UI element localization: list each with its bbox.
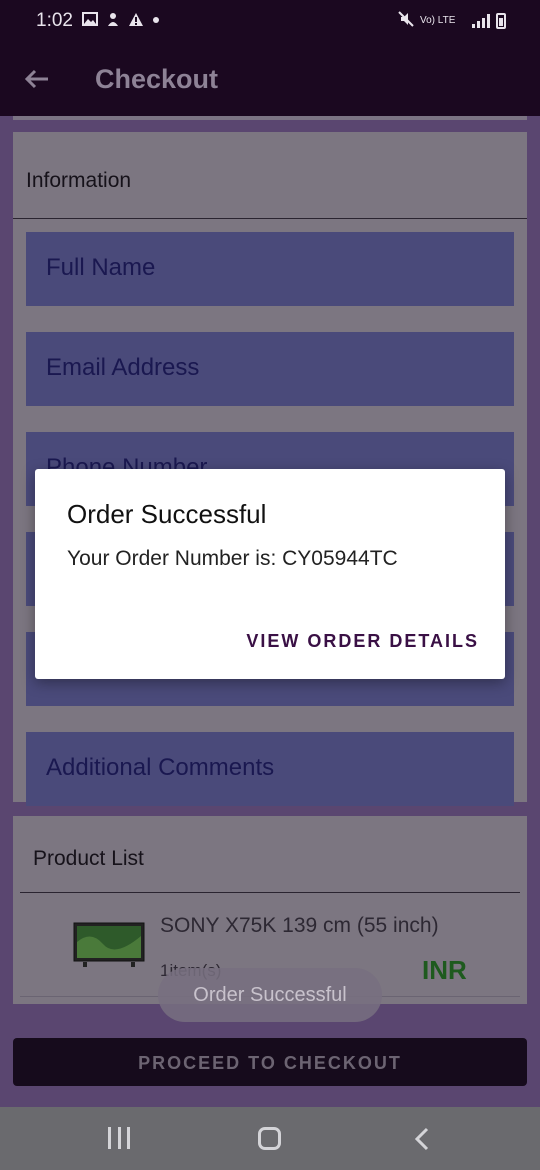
status-time: 1:02	[36, 10, 73, 31]
toast-text: Order Successful	[193, 984, 347, 1006]
page-title: Checkout	[95, 64, 219, 94]
email-field[interactable]: Email Address	[26, 332, 514, 406]
lte-icon: Vo) LTE	[420, 14, 456, 26]
full-name-placeholder: Full Name	[46, 254, 156, 281]
system-icons: Vo) LTE	[398, 11, 506, 30]
warning-icon	[128, 12, 144, 31]
battery-icon	[496, 12, 506, 29]
card-edge	[13, 116, 527, 120]
recent-apps-icon[interactable]	[108, 1127, 130, 1149]
back-button[interactable]	[22, 62, 52, 96]
product-list-header: Product List	[33, 847, 144, 870]
dialog-title: Order Successful	[67, 499, 267, 529]
view-order-details-button[interactable]: VIEW ORDER DETAILS	[246, 631, 479, 652]
nav-back-icon[interactable]	[410, 1126, 434, 1152]
dot-icon	[152, 12, 160, 31]
checkout-button-label: PROCEED TO CHECKOUT	[138, 1053, 402, 1073]
image-icon	[82, 12, 98, 31]
arrow-left-icon	[24, 69, 48, 89]
navigation-bar	[0, 1107, 540, 1170]
product-image	[73, 922, 145, 968]
app-bar: Checkout	[0, 42, 540, 116]
product-price: INR	[422, 955, 467, 985]
mute-icon	[398, 11, 414, 30]
proceed-to-checkout-button[interactable]: PROCEED TO CHECKOUT	[13, 1038, 527, 1086]
comments-field[interactable]: Additional Comments	[26, 732, 514, 806]
information-card: Information Full Name Email Address Phon…	[13, 132, 527, 806]
email-placeholder: Email Address	[46, 354, 200, 381]
comments-placeholder: Additional Comments	[46, 754, 275, 781]
toast: Order Successful	[158, 968, 382, 1022]
sync-icon	[106, 12, 120, 31]
signal-icon	[472, 13, 490, 28]
notification-icons	[82, 12, 160, 31]
product-name: SONY X75K 139 cm (55 inch)	[160, 914, 439, 937]
information-header: Information	[26, 169, 132, 192]
full-name-field[interactable]: Full Name	[26, 232, 514, 306]
dialog-message: Your Order Number is: CY05944TC	[67, 547, 398, 570]
home-icon[interactable]	[258, 1127, 281, 1150]
order-success-dialog: Order Successful Your Order Number is: C…	[35, 469, 505, 679]
status-bar: 1:02 Vo) LTE	[0, 0, 540, 42]
divider	[13, 218, 527, 219]
divider	[20, 892, 520, 893]
